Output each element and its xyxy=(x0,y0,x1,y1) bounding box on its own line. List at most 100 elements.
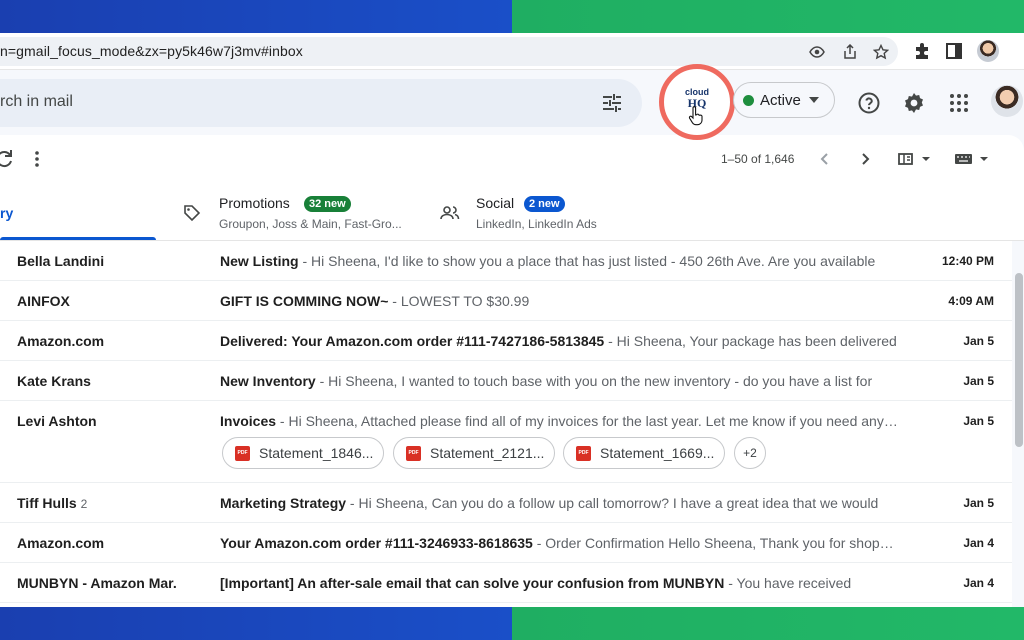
tab-social-label: Social xyxy=(476,195,515,211)
scrollbar-thumb[interactable] xyxy=(1015,273,1023,447)
email-subject: Marketing Strategy xyxy=(220,495,347,511)
split-pane-icon[interactable] xyxy=(896,147,936,171)
filter-icon[interactable] xyxy=(600,91,624,115)
search-bar[interactable]: rch in mail xyxy=(0,79,642,127)
keyboard-icon[interactable] xyxy=(952,147,992,171)
email-date: 4:09 AM xyxy=(948,294,994,308)
star-icon[interactable] xyxy=(873,44,889,60)
attachment-chip[interactable]: PDF Statement_1669... xyxy=(563,437,725,469)
status-dropdown[interactable]: Active xyxy=(733,82,835,118)
cloudhq-button[interactable]: cloud HQ xyxy=(659,64,735,140)
attachment-name: Statement_1846... xyxy=(259,445,374,461)
page-count: 1–50 of 1,646 xyxy=(721,152,795,166)
email-row[interactable]: Levi Ashton Invoices - Hi Sheena, Attach… xyxy=(0,401,1012,483)
more-vert-icon[interactable] xyxy=(25,147,49,171)
email-sender: MUNBYN - Amazon Mar. xyxy=(17,575,177,591)
email-sender: Tiff Hulls 2 xyxy=(17,495,87,511)
hand-cursor-icon xyxy=(688,106,703,126)
email-snippet: - LOWEST TO $30.99 xyxy=(388,293,530,309)
browser-toolbar: n=gmail_focus_mode&zx=py5k46w7j3mv#inbox xyxy=(0,33,1024,70)
email-row[interactable]: Tiff Hulls 2 Marketing Strategy - Hi Shee… xyxy=(0,483,1012,523)
email-row[interactable]: AINFOX GIFT IS COMMING NOW~ - LOWEST TO … xyxy=(0,281,1012,321)
email-snippet: - Hi Sheena, Attached please find all of… xyxy=(276,413,898,429)
email-content: Your Amazon.com order #111-3246933-86186… xyxy=(220,535,898,551)
email-row[interactable]: MUNBYN - Amazon Mar. [Important] An afte… xyxy=(0,563,1012,603)
chevron-down-icon xyxy=(809,97,819,103)
email-subject: [Important] An after-sale email that can… xyxy=(220,575,725,591)
browser-window: n=gmail_focus_mode&zx=py5k46w7j3mv#inbox… xyxy=(0,33,1024,607)
email-content: New Inventory - Hi Sheena, I wanted to t… xyxy=(220,373,898,389)
thread-count: 2 xyxy=(80,497,88,511)
email-subject: Delivered: Your Amazon.com order #111-74… xyxy=(220,333,605,349)
help-icon[interactable] xyxy=(857,91,881,115)
email-date: Jan 5 xyxy=(963,374,994,388)
tab-promotions-label: Promotions xyxy=(219,195,290,211)
email-subject: New Inventory xyxy=(220,373,316,389)
address-bar[interactable]: n=gmail_focus_mode&zx=py5k46w7j3mv#inbox xyxy=(0,37,898,66)
email-snippet: - Hi Sheena, I'd like to show you a plac… xyxy=(298,253,876,269)
email-snippet: - Hi Sheena, I wanted to touch base with… xyxy=(315,373,873,389)
tab-social-senders: LinkedIn, LinkedIn Ads xyxy=(476,217,597,231)
pdf-icon: PDF xyxy=(235,446,250,461)
search-input[interactable]: rch in mail xyxy=(0,93,73,111)
email-subject: Invoices xyxy=(220,413,277,429)
email-date: 12:40 PM xyxy=(941,254,994,268)
apps-grid-icon[interactable] xyxy=(947,91,971,115)
email-date: Jan 5 xyxy=(963,496,994,510)
tab-primary-label: ry xyxy=(0,205,14,221)
status-label: Active xyxy=(760,92,801,109)
email-snippet: - Order Confirmation Hello Sheena, Thank… xyxy=(532,535,898,551)
email-sender: Levi Ashton xyxy=(17,413,97,429)
more-attachments-chip[interactable]: +2 xyxy=(734,437,766,469)
email-sender: Amazon.com xyxy=(17,333,105,349)
pdf-icon: PDF xyxy=(576,446,591,461)
email-list: Bella Landini New Listing - Hi Sheena, I… xyxy=(0,241,1012,607)
email-sender: Kate Krans xyxy=(17,373,91,389)
toolbar-panel: 1–50 of 1,646 xyxy=(0,135,1024,183)
tab-promotions-senders: Groupon, Joss & Main, Fast-Gro... xyxy=(219,217,402,231)
email-row[interactable]: Amazon.com Delivered: Your Amazon.com or… xyxy=(0,321,1012,361)
prev-page-icon[interactable] xyxy=(813,147,837,171)
next-page-icon[interactable] xyxy=(853,147,877,171)
url-text[interactable]: n=gmail_focus_mode&zx=py5k46w7j3mv#inbox xyxy=(0,43,303,59)
email-content: [Important] An after-sale email that can… xyxy=(220,575,898,591)
email-snippet: - You have received xyxy=(724,575,852,591)
side-panel-icon[interactable] xyxy=(945,42,963,60)
refresh-icon[interactable] xyxy=(0,147,16,171)
email-content: GIFT IS COMMING NOW~ - LOWEST TO $30.99 xyxy=(220,293,898,309)
tag-icon xyxy=(184,205,201,222)
promotions-badge: 32 new xyxy=(304,196,351,212)
account-avatar[interactable] xyxy=(991,85,1023,117)
email-snippet: - Hi Sheena, Can you do a follow up call… xyxy=(346,495,879,511)
eye-icon[interactable] xyxy=(809,44,825,60)
status-dot xyxy=(743,95,754,106)
email-sender-name: Tiff Hulls xyxy=(17,495,77,511)
email-date: Jan 4 xyxy=(963,576,994,590)
email-subject: New Listing xyxy=(220,253,299,269)
profile-avatar[interactable] xyxy=(977,40,999,62)
mail-toolbar: 1–50 of 1,646 xyxy=(0,135,1024,183)
social-badge: 2 new xyxy=(524,196,565,212)
extensions-icon[interactable] xyxy=(913,42,931,60)
email-date: Jan 4 xyxy=(963,536,994,550)
attachment-chip[interactable]: PDF Statement_1846... xyxy=(222,437,384,469)
attachment-name: Statement_2121... xyxy=(430,445,545,461)
email-row[interactable]: Kate Krans New Inventory - Hi Sheena, I … xyxy=(0,361,1012,401)
email-content: New Listing - Hi Sheena, I'd like to sho… xyxy=(220,253,898,269)
email-row[interactable]: Bella Landini New Listing - Hi Sheena, I… xyxy=(0,241,1012,281)
email-sender: Amazon.com xyxy=(17,535,105,551)
inbox-tabs: ry Promotions 32 new Groupon, Joss & Mai… xyxy=(0,183,1024,241)
settings-icon[interactable] xyxy=(902,91,926,115)
share-icon[interactable] xyxy=(842,44,858,60)
tab-active-indicator xyxy=(0,237,156,240)
email-date: Jan 5 xyxy=(963,414,994,428)
people-icon xyxy=(440,206,460,220)
pdf-icon: PDF xyxy=(406,446,421,461)
email-content: Invoices - Hi Sheena, Attached please fi… xyxy=(220,413,898,429)
email-snippet: - Hi Sheena, Your package has been deliv… xyxy=(604,333,897,349)
email-row[interactable]: Amazon.com Your Amazon.com order #111-32… xyxy=(0,523,1012,563)
attachment-chip[interactable]: PDF Statement_2121... xyxy=(393,437,555,469)
email-subject: Your Amazon.com order #111-3246933-86186… xyxy=(220,535,533,551)
email-sender: Bella Landini xyxy=(17,253,105,269)
email-subject: GIFT IS COMMING NOW~ xyxy=(220,293,389,309)
